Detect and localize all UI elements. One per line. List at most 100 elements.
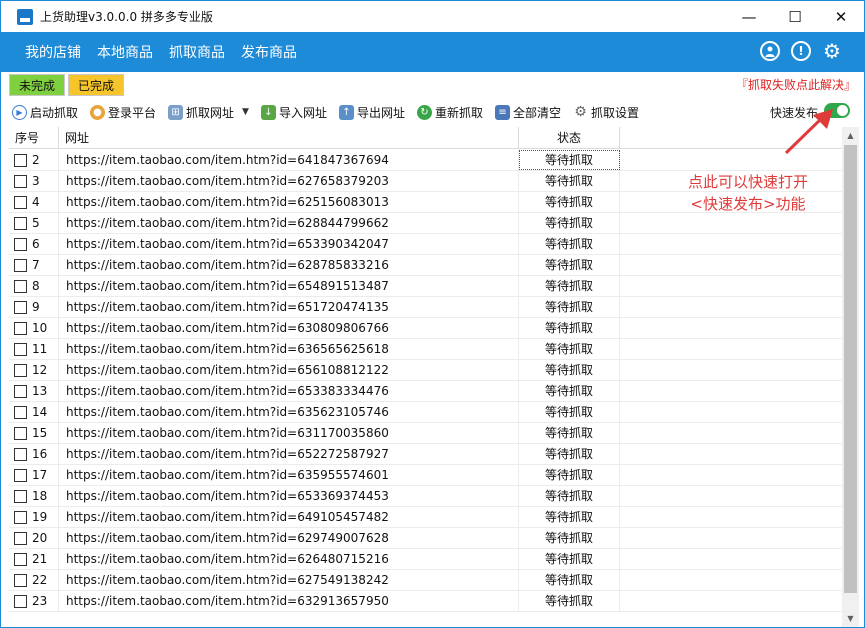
login-platform-button[interactable]: ● 登录平台 (90, 104, 156, 121)
table-row[interactable]: 14 https://item.taobao.com/item.htm?id=63… (9, 402, 842, 423)
row-checkbox[interactable] (14, 153, 27, 167)
close-button[interactable]: ✕ (818, 1, 864, 32)
table-row[interactable]: 7 https://item.taobao.com/item.htm?id=628… (9, 255, 842, 276)
row-url: https://item.taobao.com/item.htm?id=6288… (59, 213, 519, 233)
table-row[interactable]: 23 https://item.taobao.com/item.htm?id=63… (9, 591, 842, 612)
clear-all-button[interactable]: ≡ 全部清空 (495, 104, 561, 121)
title-bar: 上货助理v3.0.0.0 拼多多专业版 — ☐ ✕ (1, 1, 864, 32)
table-row[interactable]: 18 https://item.taobao.com/item.htm?id=65… (9, 486, 842, 507)
info-icon[interactable]: ! (791, 41, 811, 61)
scroll-down-icon[interactable]: ▼ (842, 610, 859, 627)
row-checkbox[interactable] (14, 489, 27, 503)
row-checkbox[interactable] (14, 594, 27, 608)
annotation-line-1: 点此可以快速打开 (687, 173, 808, 191)
minimize-button[interactable]: — (726, 1, 772, 32)
row-checkbox[interactable] (14, 384, 27, 398)
row-number: 20 (32, 531, 48, 545)
row-checkbox[interactable] (14, 279, 27, 293)
table-row[interactable]: 15 https://item.taobao.com/item.htm?id=63… (9, 423, 842, 444)
row-number-cell: 6 (9, 234, 59, 254)
table-row[interactable]: 21 https://item.taobao.com/item.htm?id=62… (9, 549, 842, 570)
export-url-button[interactable]: ↑ 导出网址 (338, 104, 405, 121)
row-checkbox[interactable] (14, 552, 27, 566)
table-row[interactable]: 10 https://item.taobao.com/item.htm?id=63… (9, 318, 842, 339)
row-url: https://item.taobao.com/item.htm?id=6365… (59, 339, 519, 359)
tab-undone[interactable]: 未完成 (9, 74, 66, 96)
row-checkbox[interactable] (14, 468, 27, 482)
nav-grab-products[interactable]: 抓取商品 (169, 42, 225, 62)
window-controls: — ☐ ✕ (726, 1, 864, 32)
export-icon: ↑ (338, 104, 354, 120)
table-row[interactable]: 5 https://item.taobao.com/item.htm?id=628… (9, 213, 842, 234)
table-row[interactable]: 16 https://item.taobao.com/item.htm?id=65… (9, 444, 842, 465)
nav-publish-products[interactable]: 发布商品 (241, 42, 297, 62)
row-checkbox[interactable] (14, 237, 27, 251)
nav-my-store[interactable]: 我的店铺 (25, 42, 81, 62)
row-checkbox[interactable] (14, 510, 27, 524)
row-number: 10 (32, 321, 48, 335)
row-number-cell: 8 (9, 276, 59, 296)
grab-failure-help-link[interactable]: 『抓取失败点此解决』 (736, 76, 856, 93)
row-checkbox[interactable] (14, 447, 27, 461)
grab-settings-button[interactable]: ⚙ 抓取设置 (573, 104, 639, 121)
row-number: 11 (32, 342, 48, 356)
row-checkbox[interactable] (14, 195, 27, 209)
table-row[interactable]: 19 https://item.taobao.com/item.htm?id=64… (9, 507, 842, 528)
header-no[interactable]: 序号 (9, 127, 59, 149)
table-row[interactable]: 17 https://item.taobao.com/item.htm?id=63… (9, 465, 842, 486)
row-url: https://item.taobao.com/item.htm?id=6275… (59, 570, 519, 590)
table-row[interactable]: 6 https://item.taobao.com/item.htm?id=653… (9, 234, 842, 255)
row-checkbox[interactable] (14, 174, 27, 188)
scroll-up-icon[interactable]: ▲ (842, 127, 859, 144)
row-checkbox[interactable] (14, 321, 27, 335)
table-row[interactable]: 8 https://item.taobao.com/item.htm?id=654… (9, 276, 842, 297)
maximize-button[interactable]: ☐ (772, 1, 818, 32)
nav-local-products[interactable]: 本地商品 (97, 42, 153, 62)
vertical-scrollbar[interactable]: ▲ ▼ (842, 127, 859, 627)
user-icon[interactable] (760, 41, 780, 61)
row-number-cell: 17 (9, 465, 59, 485)
row-status: 等待抓取 (519, 255, 620, 275)
row-status: 等待抓取 (519, 171, 620, 191)
grab-url-button[interactable]: ⊞ 抓取网址 ▼ (168, 104, 249, 121)
row-status: 等待抓取 (519, 318, 620, 338)
table-row[interactable]: 9 https://item.taobao.com/item.htm?id=651… (9, 297, 842, 318)
table-row[interactable]: 12 https://item.taobao.com/item.htm?id=65… (9, 360, 842, 381)
table-row[interactable]: 13 https://item.taobao.com/item.htm?id=65… (9, 381, 842, 402)
start-grab-button[interactable]: ▶ 启动抓取 (12, 104, 78, 121)
row-checkbox[interactable] (14, 300, 27, 314)
tab-done[interactable]: 已完成 (68, 74, 125, 96)
scrollbar-thumb[interactable] (844, 145, 857, 593)
row-number-cell: 9 (9, 297, 59, 317)
row-checkbox[interactable] (14, 363, 27, 377)
table-row[interactable]: 20 https://item.taobao.com/item.htm?id=62… (9, 528, 842, 549)
row-checkbox[interactable] (14, 258, 27, 272)
row-checkbox[interactable] (14, 573, 27, 587)
row-checkbox[interactable] (14, 426, 27, 440)
row-status: 等待抓取 (519, 213, 620, 233)
row-url: https://item.taobao.com/item.htm?id=6522… (59, 444, 519, 464)
table-row[interactable]: 11 https://item.taobao.com/item.htm?id=63… (9, 339, 842, 360)
row-status: 等待抓取 (519, 591, 620, 611)
regrab-button[interactable]: ↻ 重新抓取 (417, 104, 483, 121)
row-status: 等待抓取 (519, 381, 620, 401)
table-row[interactable]: 2 https://item.taobao.com/item.htm?id=641… (9, 150, 842, 171)
table-row[interactable]: 22 https://item.taobao.com/item.htm?id=62… (9, 570, 842, 591)
row-status: 等待抓取 (519, 549, 620, 569)
header-url[interactable]: 网址 (59, 127, 519, 149)
row-status: 等待抓取 (519, 276, 620, 296)
row-checkbox[interactable] (14, 405, 27, 419)
header-status[interactable]: 状态 (519, 127, 620, 149)
row-status: 等待抓取 (519, 360, 620, 380)
gear-icon[interactable]: ⚙ (822, 39, 842, 63)
person-icon: ● (90, 104, 106, 120)
row-checkbox[interactable] (14, 216, 27, 230)
row-checkbox[interactable] (14, 531, 27, 545)
row-status: 等待抓取 (519, 423, 620, 443)
row-checkbox[interactable] (14, 342, 27, 356)
import-url-label: 导入网址 (278, 105, 327, 120)
row-number: 5 (32, 216, 40, 230)
import-url-button[interactable]: ↓ 导入网址 (260, 104, 327, 121)
dropdown-arrow-icon[interactable]: ▼ (242, 107, 249, 117)
row-number-cell: 16 (9, 444, 59, 464)
